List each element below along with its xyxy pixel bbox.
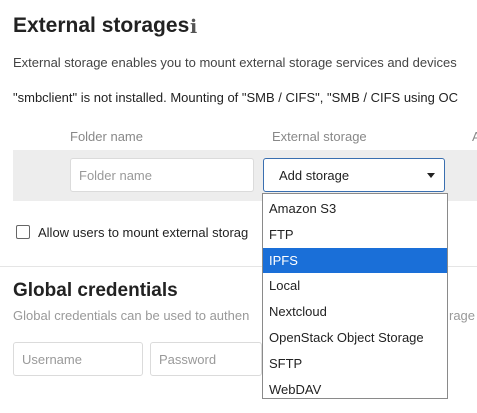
smbclient-warning: "smbclient" is not installed. Mounting o… (13, 90, 459, 105)
add-storage-select[interactable]: Add storage (263, 158, 445, 192)
column-header-truncated: A (472, 129, 477, 144)
storage-option-local[interactable]: Local (263, 273, 447, 299)
allow-users-label[interactable]: Allow users to mount external storag (38, 225, 248, 240)
storage-option-webdav[interactable]: WebDAV (263, 377, 447, 403)
global-credentials-description-tail: rage (449, 308, 476, 323)
global-credentials-title: Global credentials (13, 280, 178, 301)
add-storage-select-value: Add storage (279, 167, 350, 183)
storage-option-ftp[interactable]: FTP (263, 222, 447, 248)
column-header-external-storage: External storage (272, 129, 367, 144)
allow-users-checkbox[interactable] (16, 225, 30, 239)
global-credentials-description: Global credentials can be used to authen (13, 308, 250, 323)
storage-option-ipfs[interactable]: IPFS (263, 247, 447, 274)
storage-option-amazon-s3[interactable]: Amazon S3 (263, 196, 447, 222)
storage-option-sftp[interactable]: SFTP (263, 351, 447, 377)
username-input[interactable]: Username (13, 342, 143, 376)
storage-dropdown-list: Amazon S3 FTP IPFS Local Nextcloud OpenS… (262, 193, 448, 399)
username-placeholder: Username (22, 351, 82, 367)
storage-option-openstack[interactable]: OpenStack Object Storage (263, 325, 447, 351)
external-storages-title: External storages (13, 14, 190, 37)
external-storages-description: External storage enables you to mount ex… (13, 55, 457, 70)
info-icon[interactable]: ℹ (190, 16, 197, 38)
folder-name-placeholder: Folder name (79, 167, 152, 183)
folder-name-input[interactable]: Folder name (70, 158, 254, 192)
settings-page: External storages ℹ External storage ena… (0, 0, 477, 413)
password-placeholder: Password (159, 351, 217, 367)
storage-option-nextcloud[interactable]: Nextcloud (263, 299, 447, 325)
caret-down-icon (427, 173, 435, 178)
password-input[interactable]: Password (150, 342, 262, 376)
column-header-folder-name: Folder name (70, 129, 143, 144)
